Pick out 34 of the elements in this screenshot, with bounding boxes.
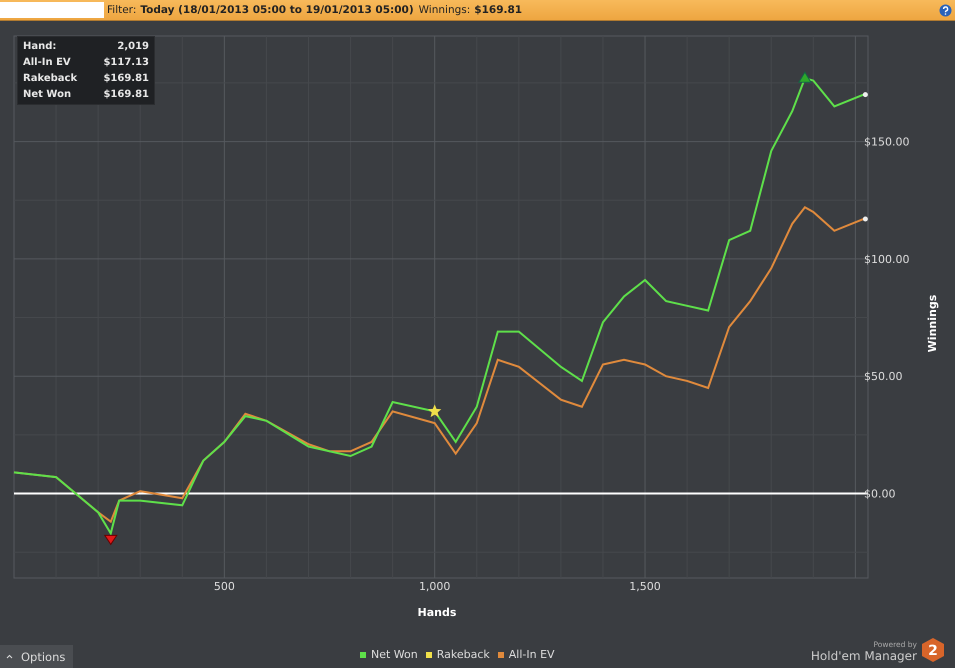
y-axis-title: Winnings	[926, 294, 939, 352]
info-label: Net Won	[23, 88, 72, 102]
winnings-value: $169.81	[474, 4, 522, 16]
info-label: Rakeback	[23, 72, 78, 86]
filter-label: Filter:	[107, 4, 136, 16]
end-dot	[862, 92, 868, 98]
winnings-label: Winnings:	[418, 4, 470, 16]
x-tick-label: 500	[214, 580, 235, 593]
info-value: $169.81	[103, 88, 149, 102]
info-value: $169.81	[103, 72, 149, 86]
options-button[interactable]: Options	[0, 645, 74, 668]
legend-label: Net Won	[371, 648, 418, 661]
y-tick-label: $0.00	[864, 488, 896, 501]
legend-label: Rakeback	[436, 648, 490, 661]
help-icon[interactable]	[939, 4, 952, 16]
caret-icon	[6, 654, 13, 659]
y-tick-label: $50.00	[864, 370, 902, 384]
minimum-triangle-icon	[104, 534, 118, 546]
brand-name: Hold'em Manager	[810, 649, 917, 663]
star-icon	[428, 404, 442, 418]
info-value: 2,019	[116, 40, 149, 54]
info-label: Hand:	[23, 40, 58, 54]
legend-label: All-In EV	[508, 648, 555, 661]
y-tick-label: $150.00	[864, 136, 910, 149]
x-tick-label: 1,000	[418, 580, 450, 593]
maximum-triangle-icon	[798, 71, 812, 83]
x-axis-title: Hands	[418, 606, 456, 619]
info-value: $117.13	[103, 56, 149, 70]
end-dot	[862, 216, 868, 222]
filter-value: Today (18/01/2013 05:00 to 19/01/2013 05:00)	[140, 4, 414, 16]
x-tick-label: 1,500	[629, 580, 661, 593]
info-label: All-In EV	[23, 56, 72, 70]
brand-logo: 2	[921, 637, 945, 663]
y-tick-label: $100.00	[864, 252, 910, 266]
